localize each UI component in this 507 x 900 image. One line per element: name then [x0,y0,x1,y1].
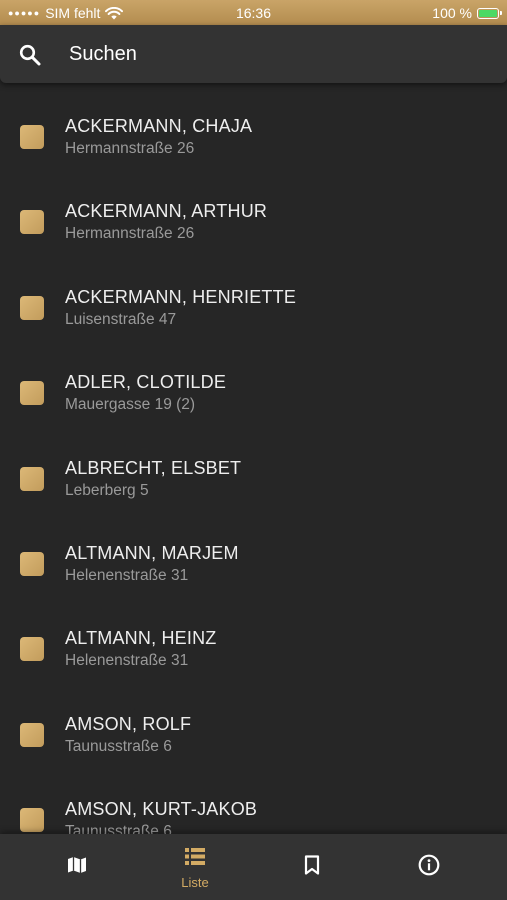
person-list: ACKERMANN, CHAJA Hermannstraße 26 ACKERM… [0,83,507,834]
list-item-checkbox[interactable] [20,637,44,662]
list-item-checkbox[interactable] [20,125,44,149]
status-bar: ●●●●● SIM fehlt 16:36 100 % [0,0,507,25]
clock: 16:36 [235,5,272,21]
list-item[interactable]: ALBRECHT, ELSBET Leberberg 5 [0,425,507,510]
battery-percent: 100 % [432,5,472,21]
search-bar [0,25,507,83]
list-item[interactable]: AMSON, ROLF Taunusstraße 6 [0,681,507,766]
tab-bar: Liste [0,834,507,900]
tab-bookmarks[interactable] [272,834,352,900]
list-item[interactable]: ADLER, CLOTILDE Mauergasse 19 (2) [0,339,507,424]
list-item-name: ACKERMANN, ARTHUR [65,201,268,222]
list-item-name: ALTMANN, MARJEM [65,543,239,563]
list-item[interactable]: AMSON, KURT-JAKOB Taunusstraße 6 [0,766,507,834]
list-item[interactable]: ACKERMANN, ARTHUR Hermannstraße 26 [0,168,507,253]
list-item[interactable]: ACKERMANN, HENRIETTE Luisenstraße 47 [0,254,507,339]
list-item-address: Luisenstraße 47 [65,310,177,328]
list-item-address: Helenenstraße 31 [65,652,189,670]
list-item-address: Mauergasse 19 (2) [65,396,196,414]
list-item-name: ALTMANN, HEINZ [65,628,217,649]
list-item[interactable]: ACKERMANN, CHAJA Hermannstraße 26 [0,83,507,168]
list-item-checkbox[interactable] [20,295,44,320]
list-item-address: Taunusstraße 6 [65,737,172,755]
map-icon [68,857,86,873]
tab-map[interactable] [37,834,117,900]
list-item-checkbox[interactable] [20,808,44,833]
list-item-checkbox[interactable] [20,552,44,576]
list-item[interactable]: ALTMANN, HEINZ Helenenstraße 31 [0,595,507,680]
info-icon [418,854,440,876]
list-item-name: AMSON, ROLF [65,713,192,734]
list-item-checkbox[interactable] [20,722,44,747]
list-item-name: ACKERMANN, CHAJA [65,116,253,136]
list-item-name: ALBRECHT, ELSBET [65,457,242,478]
list-item-checkbox[interactable] [20,466,44,491]
list-item-name: AMSON, KURT-JAKOB [65,799,258,820]
list-item-address: Hermannstraße 26 [65,225,195,243]
list-icon [185,848,205,865]
status-bar-right: 100 % [432,5,502,21]
search-input[interactable] [69,39,469,69]
bookmark-icon [304,855,320,875]
list-item-name: ADLER, CLOTILDE [65,372,227,393]
list-item-address: Hermannstraße 26 [65,140,195,157]
tab-list-label: Liste [181,875,209,890]
tab-list[interactable]: Liste [155,834,235,900]
search-icon[interactable] [18,43,42,67]
list-item-name: ACKERMANN, HENRIETTE [65,286,297,307]
list-item-address: Leberberg 5 [65,481,149,499]
battery-icon [477,7,502,19]
list-item[interactable]: ALTMANN, MARJEM Helenenstraße 31 [0,510,507,595]
list-item-checkbox[interactable] [20,210,44,235]
list-item-address: Taunusstraße 6 [65,823,172,834]
list-item-address: Helenenstraße 31 [65,567,189,584]
tab-info[interactable] [389,834,469,900]
list-item-checkbox[interactable] [20,381,44,406]
